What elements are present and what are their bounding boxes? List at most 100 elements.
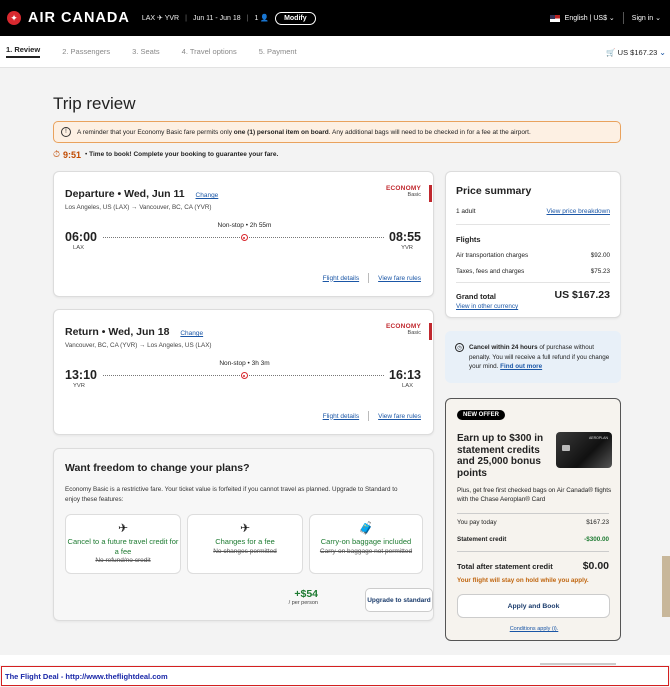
cart-icon: 🛒 (606, 48, 618, 57)
credit-card-image: AEROPLAN (556, 432, 612, 468)
clock-icon: ◷ (455, 343, 464, 352)
timer-value: 9:51 (63, 149, 82, 160)
return-change-link[interactable]: Change (180, 330, 203, 337)
trip-summary: LAX ✈ YVR | Jun 11 - Jun 18 | 1 👤 Modify (141, 11, 316, 25)
credit-card-offer: NEW OFFER Earn up to $300 in statement c… (445, 398, 621, 641)
maple-leaf-icon (240, 234, 248, 241)
step-travel-options[interactable]: 4. Travel options (182, 47, 237, 56)
booking-steps: 1. Review 2. Passengers 3. Seats 4. Trav… (0, 36, 670, 68)
conditions-link[interactable]: Conditions apply (i). (446, 626, 622, 632)
find-out-more-link[interactable]: Find out more (500, 363, 542, 370)
upgrade-per-person: / per person (288, 600, 318, 606)
pay-today-value: $167.23 (586, 519, 609, 526)
air-charges-row: Air transportation charges $92.00 (456, 252, 610, 259)
departure-change-link[interactable]: Change (196, 192, 219, 199)
return-route: Vancouver, BC, CA (YVR) → Los Angeles, U… (65, 342, 212, 349)
departure-heading: Departure • Wed, Jun 11 Change (65, 188, 218, 200)
maple-leaf-icon: ✦ (7, 11, 21, 25)
air-canada-logo[interactable]: ✦ AIR CANADA (7, 10, 130, 26)
cancel-policy: ◷ Cancel within 24 hours of purchase wit… (445, 331, 621, 383)
total-after-credit-row: Total after statement credit $0.00 (457, 560, 609, 572)
page-title: Trip review (53, 94, 136, 113)
flight-path-line (103, 234, 384, 241)
divider (456, 224, 610, 225)
hold-notice: Your flight will stay on hold while you … (457, 577, 589, 584)
card-chip-icon (562, 445, 570, 451)
header-right: English | US$ ⌄ Sign in ⌄ (549, 12, 661, 24)
us-flag-icon (549, 14, 560, 22)
language-selector[interactable]: English | US$ (565, 15, 607, 22)
apply-and-book-button[interactable]: Apply and Book (457, 594, 610, 618)
fare-accent (429, 185, 432, 202)
modify-button[interactable]: Modify (275, 11, 316, 25)
feature-old: No changes permitted (213, 547, 277, 555)
trip-route: LAX ✈ YVR (141, 15, 180, 22)
step-seats[interactable]: 3. Seats (132, 47, 160, 56)
flight-details-link[interactable]: Flight details (323, 275, 360, 282)
departure-dest-code: YVR (401, 245, 413, 251)
grand-total-label: Grand total (456, 292, 497, 301)
feedback-tab[interactable] (662, 556, 670, 617)
return-fare: ECONOMY Basic (386, 323, 421, 336)
departure-links: Flight details View fare rules (323, 273, 421, 283)
pay-today-row: You pay today $167.23 (457, 519, 609, 526)
footer-placeholder (540, 663, 616, 665)
maple-leaf-icon (240, 372, 248, 379)
feature-old: No refund/no credit (95, 557, 151, 564)
feature-old: Carry-on baggage not permitted (319, 547, 413, 555)
upgrade-price: +$54 / per person (282, 588, 318, 606)
upgrade-description: Economy Basic is a restrictive fare. You… (65, 486, 398, 503)
brand-name: AIR CANADA (28, 10, 130, 26)
feature-cancel: ✈ Cancel to a future travel credit for a… (65, 514, 181, 574)
fare-subclass: Basic (407, 330, 421, 336)
offer-title: Earn up to $300 in statement credits and… (457, 433, 544, 479)
step-payment[interactable]: 5. Payment (259, 47, 297, 56)
departure-stops: Non-stop • 2h 55m (217, 222, 272, 229)
fare-subclass: Basic (407, 192, 421, 198)
step-passengers[interactable]: 2. Passengers (62, 47, 110, 56)
offer-description: Plus, get free first checked bags on Air… (457, 487, 612, 503)
top-bar: ✦ AIR CANADA LAX ✈ YVR | Jun 11 - Jun 18… (0, 0, 670, 36)
departure-arr-time: 08:55 (389, 230, 421, 244)
card-brand: AEROPLAN (588, 436, 608, 440)
price-summary: Price summary 1 adult View price breakdo… (445, 171, 621, 318)
return-title: Return • Wed, Jun 18 (65, 326, 170, 338)
return-arr-time: 16:13 (389, 368, 421, 382)
sign-in-link[interactable]: Sign in (632, 15, 653, 22)
statement-credit-value: -$300.00 (584, 536, 609, 543)
stopwatch-icon: ⏱ (53, 149, 61, 159)
upgrade-button[interactable]: Upgrade to standard (365, 588, 433, 612)
flights-label: Flights (456, 235, 481, 244)
step-review[interactable]: 1. Review (6, 45, 41, 58)
fare-class: ECONOMY (386, 323, 421, 330)
taxes-row: Taxes, fees and charges $75.23 (456, 268, 610, 275)
feature-label: Carry-on baggage included (320, 537, 412, 546)
fare-rules-link[interactable]: View fare rules (378, 413, 421, 420)
upgrade-title: Want freedom to change your plans? (65, 462, 250, 474)
new-offer-badge: NEW OFFER (457, 410, 505, 420)
statement-credit-label: Statement credit (457, 536, 507, 543)
air-charges-value: $92.00 (590, 252, 610, 259)
cart-summary[interactable]: 🛒 US $167.23 ⌄ (606, 48, 666, 57)
departure-origin-code: LAX (73, 245, 84, 251)
return-heading: Return • Wed, Jun 18 Change (65, 326, 203, 338)
other-currency-link[interactable]: View in other currency (456, 303, 518, 310)
divider (456, 282, 610, 283)
return-stops: Non-stop • 3h 3m (219, 360, 270, 367)
taxes-label: Taxes, fees and charges (456, 268, 525, 275)
fare-rules-link[interactable]: View fare rules (378, 275, 421, 282)
departure-dep-time: 06:00 (65, 230, 97, 244)
feature-label: Changes for a fee (215, 537, 275, 546)
baggage-alert: ! A reminder that your Economy Basic far… (53, 121, 621, 143)
divider (457, 513, 609, 514)
departure-route: Los Angeles, US (LAX) → Vancouver, BC, C… (65, 204, 212, 211)
price-breakdown-link[interactable]: View price breakdown (547, 208, 610, 215)
feature-changes: ✈ Changes for a fee No changes permitted (187, 514, 303, 574)
fare-class: ECONOMY (386, 185, 421, 192)
alert-suffix: . Any additional bags will need to be ch… (328, 128, 531, 136)
chevron-down-icon: ⌄ (606, 15, 615, 22)
booking-timer: ⏱ 9:51 • Time to book! Complete your boo… (53, 149, 278, 160)
return-dest-code: LAX (402, 383, 413, 389)
fare-accent (429, 323, 432, 340)
flight-details-link[interactable]: Flight details (323, 413, 360, 420)
